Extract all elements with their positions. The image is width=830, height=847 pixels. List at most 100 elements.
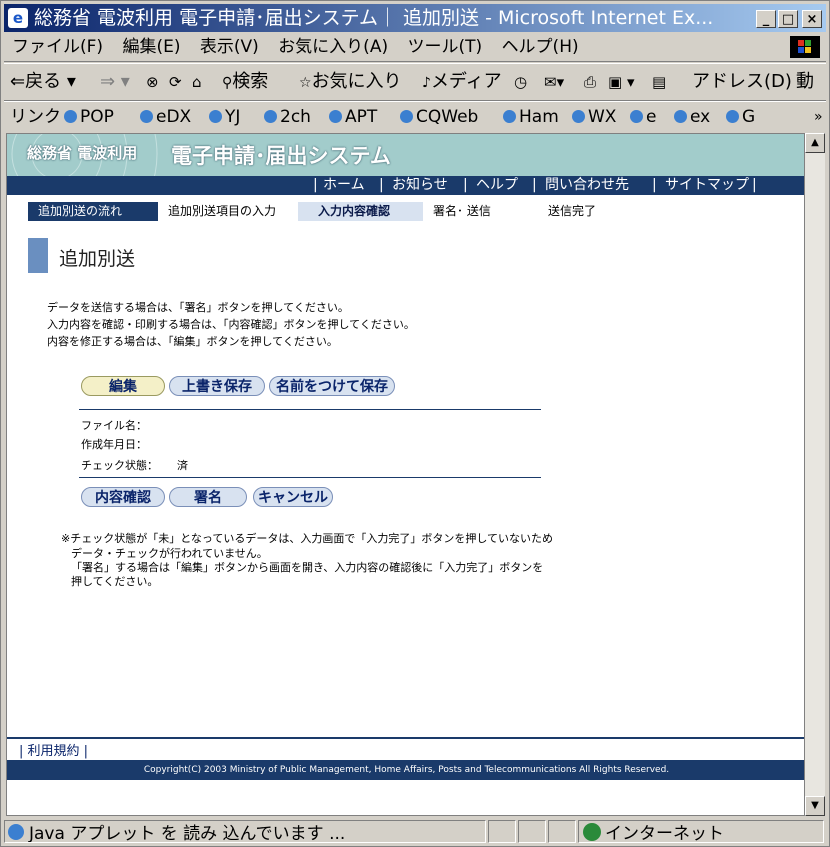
link-apt[interactable]: APT: [329, 102, 377, 132]
ie-link-icon: [64, 110, 77, 123]
menu-file[interactable]: ファイル(F): [12, 37, 103, 57]
nav-news[interactable]: お知らせ: [392, 176, 448, 195]
link-cqweb[interactable]: CQWeb: [400, 102, 478, 132]
flow-step-sign: 署名･ 送信: [423, 202, 533, 221]
flow-step-input: 追加別送項目の入力: [158, 202, 298, 221]
history-icon[interactable]: ◷: [514, 64, 527, 100]
scroll-down-icon[interactable]: ▼: [805, 796, 825, 816]
ie-link-icon: [400, 110, 413, 123]
favorites-button[interactable]: ☆お気に入り: [299, 64, 402, 100]
confirm-button[interactable]: 内容確認: [81, 487, 165, 507]
address-label[interactable]: アドレス(D): [692, 64, 792, 100]
flow-step-confirm: 入力内容確認: [298, 202, 438, 221]
title-bar[interactable]: e 総務省 電波利用 電子申請･届出システム｜ 追加別送 - Microsoft…: [4, 4, 826, 32]
menu-favorites[interactable]: お気に入り(A): [278, 37, 388, 57]
discuss-icon[interactable]: ▤: [652, 64, 666, 100]
menu-edit[interactable]: 編集(E): [122, 37, 180, 57]
footer-divider: [7, 737, 804, 739]
menu-help[interactable]: ヘルプ(H): [502, 37, 579, 57]
ie-link-icon: [329, 110, 342, 123]
ie-link-icon: [503, 110, 516, 123]
terms-link[interactable]: | 利用規約 |: [19, 740, 88, 759]
favorites-icon: ☆: [299, 75, 312, 91]
link-pop[interactable]: POP: [64, 102, 114, 132]
status-text-cell: Java アプレット を 読み 込んでいます ...: [4, 820, 486, 843]
link-2ch[interactable]: 2ch: [264, 102, 311, 132]
field-date-label: 作成年月日：: [81, 438, 147, 451]
menu-view[interactable]: 表示(V): [200, 37, 259, 57]
close-button[interactable]: ×: [802, 10, 822, 28]
link-e[interactable]: e: [630, 102, 656, 132]
ie-link-icon: [726, 110, 739, 123]
link-ham[interactable]: Ham: [503, 102, 559, 132]
links-bar: リンク POP eDX YJ 2ch APT CQWeb Ham WX e ex…: [4, 101, 826, 132]
nav-sitemap[interactable]: サイトマップ: [665, 176, 749, 195]
stop-icon[interactable]: ⊗: [146, 64, 159, 100]
print-icon[interactable]: ⎙: [584, 64, 596, 100]
nav-contact[interactable]: 問い合わせ先: [545, 176, 629, 195]
home-icon[interactable]: ⌂: [192, 64, 202, 100]
link-yj[interactable]: YJ: [209, 102, 240, 132]
nav-home[interactable]: ホーム: [323, 176, 365, 195]
status-bar: Java アプレット を 読み 込んでいます ... インターネット: [4, 819, 828, 845]
search-button[interactable]: ⚲検索: [222, 64, 268, 100]
media-icon: ♪: [422, 75, 431, 91]
site-logo-system[interactable]: 電子申請･届出システム: [171, 140, 391, 170]
link-wx[interactable]: WX: [572, 102, 616, 132]
vertical-scrollbar[interactable]: ▲ ▼: [805, 133, 825, 816]
globe-icon: [583, 823, 601, 841]
note-line: 押してください。: [71, 575, 159, 588]
minimize-button[interactable]: _: [756, 10, 776, 28]
site-logo-ministry[interactable]: 総務省 電波利用: [27, 142, 137, 163]
ie-link-icon: [674, 110, 687, 123]
divider: [79, 409, 541, 410]
chevron-right-icon[interactable]: »: [814, 102, 823, 132]
media-button[interactable]: ♪メディア: [422, 64, 502, 100]
nav-help[interactable]: ヘルプ: [476, 176, 518, 195]
flow-step-done: 送信完了: [528, 202, 638, 221]
overwrite-save-button[interactable]: 上書き保存: [169, 376, 265, 396]
refresh-icon[interactable]: ⟳: [169, 64, 182, 100]
save-as-button[interactable]: 名前をつけて保存: [269, 376, 395, 396]
divider: [79, 477, 541, 478]
mail-icon[interactable]: ✉▾: [544, 64, 564, 100]
page-viewport: 総務省 電波利用 電子申請･届出システム | ホーム | お知らせ | ヘルプ …: [6, 133, 805, 816]
field-check-label: チェック状態：: [81, 459, 158, 472]
status-text: Java アプレット を 読み 込んでいます ...: [29, 824, 346, 843]
ie-link-icon: [264, 110, 277, 123]
site-nav: | ホーム | お知らせ | ヘルプ | 問い合わせ先 | サイトマップ |: [7, 176, 804, 195]
forward-button[interactable]: ⇒ ▾: [100, 64, 130, 100]
ie-link-icon: [140, 110, 153, 123]
menu-tools[interactable]: ツール(T): [408, 37, 483, 57]
flow-label: 追加別送の流れ: [38, 204, 123, 218]
status-cell: [488, 820, 516, 843]
cancel-button[interactable]: キャンセル: [253, 487, 333, 507]
ie-link-icon: [630, 110, 643, 123]
page-title: 追加別送: [59, 248, 136, 270]
edit-icon[interactable]: ▣ ▾: [608, 64, 634, 100]
field-check-value: 済: [177, 459, 188, 472]
zone-text: インターネット: [605, 824, 724, 843]
status-cell: [548, 820, 576, 843]
edit-button[interactable]: 編集: [81, 376, 165, 396]
menu-bar: ファイル(F) 編集(E) 表示(V) お気に入り(A) ツール(T) ヘルプ(…: [4, 33, 826, 62]
sign-button[interactable]: 署名: [169, 487, 247, 507]
link-edx[interactable]: eDX: [140, 102, 191, 132]
page-icon: [8, 824, 24, 840]
status-cell: [518, 820, 546, 843]
instruction-line: 内容を修正する場合は、「編集」ボタンを押してください。: [47, 335, 338, 348]
ie-link-icon: [572, 110, 585, 123]
browser-window: e 総務省 電波利用 電子申請･届出システム｜ 追加別送 - Microsoft…: [0, 0, 830, 847]
link-ex[interactable]: ex: [674, 102, 710, 132]
maximize-button[interactable]: □: [778, 10, 798, 28]
scroll-up-icon[interactable]: ▲: [805, 133, 825, 153]
note-line: ※チェック状態が「未」となっているデータは、入力画面で「入力完了」ボタンを押して…: [61, 532, 554, 545]
back-arrow-icon: ⇐: [10, 71, 26, 92]
ie-link-icon: [209, 110, 222, 123]
links-label: リンク: [10, 107, 61, 127]
link-g[interactable]: G: [726, 102, 755, 132]
instruction-line: データを送信する場合は、「署名」ボタンを押してください。: [47, 301, 349, 314]
go-button[interactable]: 動: [796, 64, 814, 100]
search-icon: ⚲: [222, 75, 233, 91]
back-button[interactable]: ⇐戻る ▾: [10, 64, 76, 100]
